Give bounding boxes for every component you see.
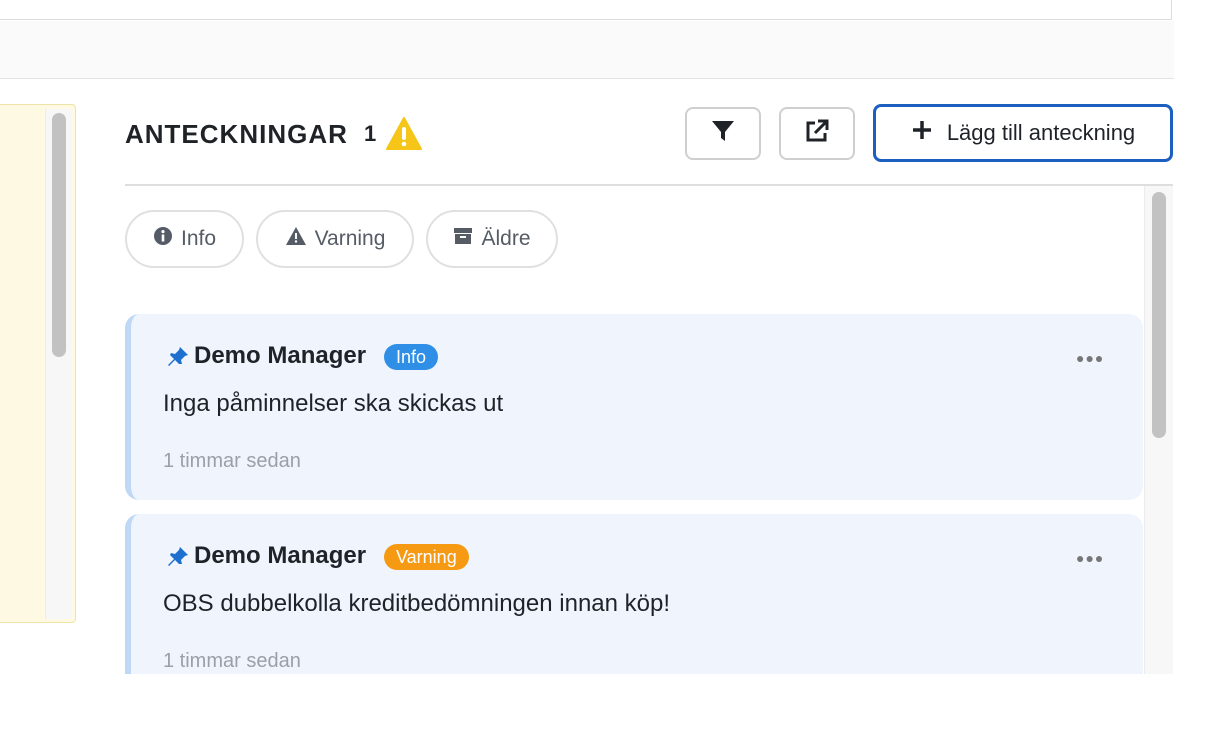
- filter-icon: [710, 118, 736, 149]
- note-card[interactable]: Demo Manager Info ●●● Inga påminnelser s…: [125, 314, 1143, 500]
- filter-chip-aldre[interactable]: Äldre: [426, 210, 558, 268]
- notes-scrollbar-thumb[interactable]: [1152, 192, 1166, 438]
- pin-icon: [167, 346, 189, 373]
- chip-label: Äldre: [481, 227, 531, 250]
- chip-label: Info: [180, 227, 217, 250]
- external-link-icon: [804, 118, 830, 149]
- warning-triangle-icon: [285, 226, 307, 252]
- notes-list: Info Varning Äldre Demo Manager Info ●●●…: [125, 186, 1173, 674]
- add-note-label: Lägg till anteckning: [946, 120, 1136, 145]
- filter-button[interactable]: [685, 107, 761, 160]
- filter-chip-varning[interactable]: Varning: [256, 210, 414, 268]
- warning-badge: Varning: [384, 544, 469, 570]
- filter-chip-info[interactable]: Info: [125, 210, 244, 268]
- pin-icon: [167, 546, 189, 573]
- more-options-icon[interactable]: ●●●: [1076, 350, 1104, 366]
- notes-title: ANTECKNINGAR: [125, 118, 348, 149]
- note-author: Demo Manager: [194, 342, 367, 369]
- note-timestamp: 1 timmar sedan: [163, 650, 301, 672]
- note-card[interactable]: Demo Manager Varning ●●● OBS dubbelkolla…: [125, 514, 1143, 674]
- left-scrollbar-thumb[interactable]: [52, 113, 66, 357]
- more-options-icon[interactable]: ●●●: [1076, 550, 1104, 566]
- warning-triangle-icon: [385, 116, 423, 157]
- note-text: OBS dubbelkolla kreditbedömningen innan …: [163, 590, 671, 617]
- top-panel: [0, 0, 1172, 20]
- section-header-bar: [0, 21, 1174, 79]
- plus-icon: [911, 119, 933, 147]
- archive-icon: [453, 226, 473, 252]
- info-badge: Info: [384, 344, 439, 370]
- add-note-button[interactable]: Lägg till anteckning: [873, 104, 1173, 162]
- note-author: Demo Manager: [194, 542, 367, 569]
- info-circle-icon: [153, 226, 173, 252]
- note-timestamp: 1 timmar sedan: [163, 450, 301, 472]
- note-text: Inga påminnelser ska skickas ut: [163, 390, 504, 417]
- open-external-button[interactable]: [779, 107, 855, 160]
- left-note-panel: [0, 104, 76, 623]
- chip-label: Varning: [314, 227, 386, 250]
- notes-count: 1: [364, 121, 377, 146]
